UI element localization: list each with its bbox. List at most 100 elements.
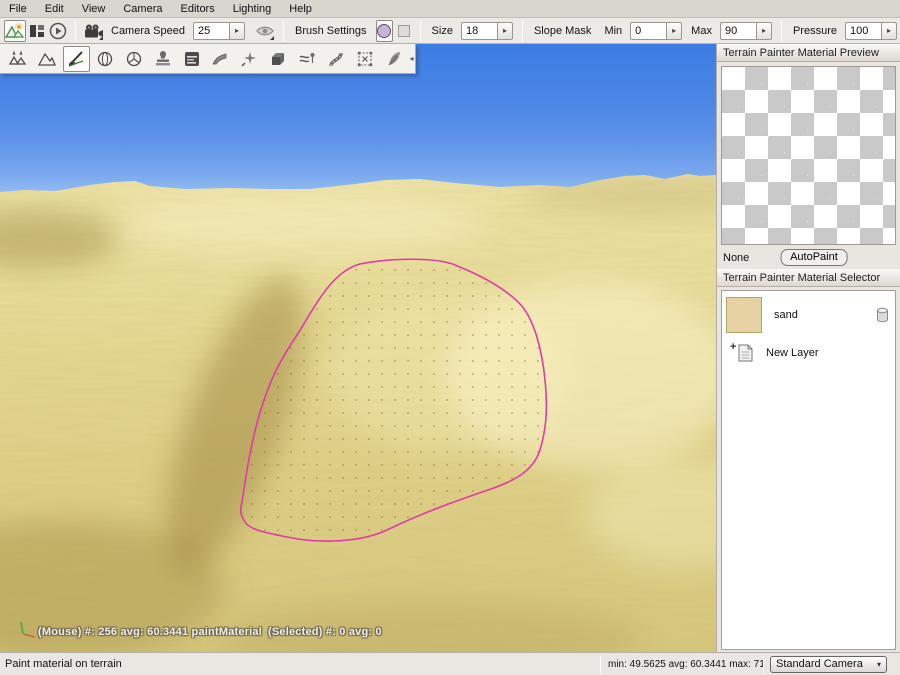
slope-max-arrow-icon[interactable]: ▸ [756,22,772,40]
main-toolbar: Camera Speed 25 ▸ Brush Settings Size 18… [0,18,900,44]
camera-select-dropdown[interactable]: Standard Camera ▾ [770,656,887,673]
slope-max-spinner[interactable]: 90 ▸ [720,22,772,40]
magic-wand-star-icon [239,49,259,69]
terrain-editor-icon [37,49,57,69]
size-label: Size [432,25,453,37]
status-message: Paint material on terrain [0,658,600,670]
tool-material-editor[interactable] [92,46,119,72]
slope-min-arrow-icon[interactable]: ▸ [666,22,682,40]
status-bar: Paint material on terrain min: 49.5625 a… [0,652,900,675]
square-brush-button[interactable] [395,20,413,42]
slope-min-label: Min [604,25,622,37]
camera-speed-arrow-icon[interactable]: ▸ [229,22,245,40]
ramp-sheet-icon [210,49,230,69]
material-sphere-icon [95,49,115,69]
autopaint-button[interactable]: AutoPaint [780,249,848,266]
gui-editor-button[interactable] [28,20,46,42]
play-button[interactable] [48,20,68,42]
menu-file[interactable]: File [0,0,36,18]
tool-terrain-editor[interactable] [34,46,61,72]
river-icon [297,49,317,69]
dropdown-corner-indicator [270,36,274,40]
tool-shape-selection[interactable] [351,46,378,72]
terrain-stats: min: 49.5625 avg: 60.3441 max: 71.9 [601,659,763,670]
size-arrow-icon[interactable]: ▸ [497,22,513,40]
square-brush-icon [398,25,410,37]
menu-lighting[interactable]: Lighting [224,0,281,18]
material-selector-header: Terrain Painter Material Selector [717,269,900,287]
new-layer-page-icon: + [738,344,756,362]
circle-brush-icon [377,24,391,38]
material-name: sand [774,309,798,321]
datablock-icon [182,49,202,69]
feather-icon [384,49,404,69]
camera-speed-value[interactable]: 25 [193,22,229,40]
delete-material-icon[interactable] [876,307,889,323]
tool-sketch[interactable] [207,46,234,72]
world-editor-icon [5,22,25,40]
stamp-icon [153,49,173,69]
tool-datablock-editor[interactable] [178,46,205,72]
tool-forest-editor[interactable] [236,46,263,72]
menu-camera[interactable]: Camera [114,0,171,18]
marquee-select-icon [355,49,375,69]
pressure-arrow-icon[interactable]: ▸ [881,22,897,40]
menu-bar: File Edit View Camera Editors Lighting H… [0,0,900,18]
winding-road-icon [326,49,346,69]
cube-icon [268,49,288,69]
menu-edit[interactable]: Edit [36,0,73,18]
preview-material-name: None [723,252,749,264]
menu-editors[interactable]: Editors [171,0,223,18]
object-editor-icon [8,49,28,69]
size-spinner[interactable]: 18 ▸ [461,22,513,40]
tool-physics-editor[interactable] [120,46,147,72]
toolbar-separator [75,20,76,42]
menu-view[interactable]: View [73,0,115,18]
segmented-sphere-icon [124,49,144,69]
pressure-spinner[interactable]: 100 ▸ [845,22,897,40]
selected-brush-info: (Selected) #: 0 avg: 0 [268,626,382,638]
toolbar-separator [283,20,284,42]
slope-mask-label: Slope Mask [534,25,591,37]
material-list: sand + New Layer [721,290,896,650]
size-value[interactable]: 18 [461,22,497,40]
chevron-down-icon: ▾ [877,660,881,669]
terrain-painter-brush-icon [66,49,86,69]
menu-help[interactable]: Help [280,0,321,18]
terrain-render [0,44,716,652]
tool-particle-editor[interactable] [380,46,407,72]
toolbar-separator [781,20,782,42]
slope-max-value[interactable]: 90 [720,22,756,40]
world-editor-button[interactable] [4,20,26,42]
plus-icon: + [730,341,736,353]
dropdown-corner-indicator [99,36,103,40]
circle-brush-button[interactable] [376,20,394,42]
new-layer-label: New Layer [766,347,819,359]
terrain-viewport[interactable]: (Mouse) #: 256 avg: 60.3441 paintMateria… [0,44,716,652]
editor-tool-palette: ◂ [0,44,416,74]
toolbar-separator [522,20,523,42]
tool-road-editor[interactable] [322,46,349,72]
new-layer-row[interactable]: + New Layer [724,337,893,369]
sand-texture-thumbnail[interactable] [726,297,762,333]
tool-decal-editor[interactable] [149,46,176,72]
camera-select-value: Standard Camera [776,658,877,670]
tool-object-editor[interactable] [5,46,32,72]
tool-mesh-editor[interactable] [265,46,292,72]
tool-terrain-painter[interactable] [63,46,90,72]
slope-min-value[interactable]: 0 [630,22,666,40]
slope-min-spinner[interactable]: 0 ▸ [630,22,682,40]
slope-max-label: Max [691,25,712,37]
toolbar-separator [420,20,421,42]
visibility-button[interactable] [254,20,276,42]
camera-menu-button[interactable] [83,20,105,42]
brush-settings-label: Brush Settings [295,25,367,37]
palette-collapse-handle[interactable]: ◂ [408,46,415,72]
pressure-value[interactable]: 100 [845,22,881,40]
material-row-sand[interactable]: sand [724,293,893,337]
autopaint-row: None AutoPaint [717,249,900,269]
terrain-painter-panel: Terrain Painter Material Preview None Au… [716,44,900,652]
pressure-label: Pressure [793,25,837,37]
camera-speed-spinner[interactable]: 25 ▸ [193,22,245,40]
tool-river-editor[interactable] [294,46,321,72]
